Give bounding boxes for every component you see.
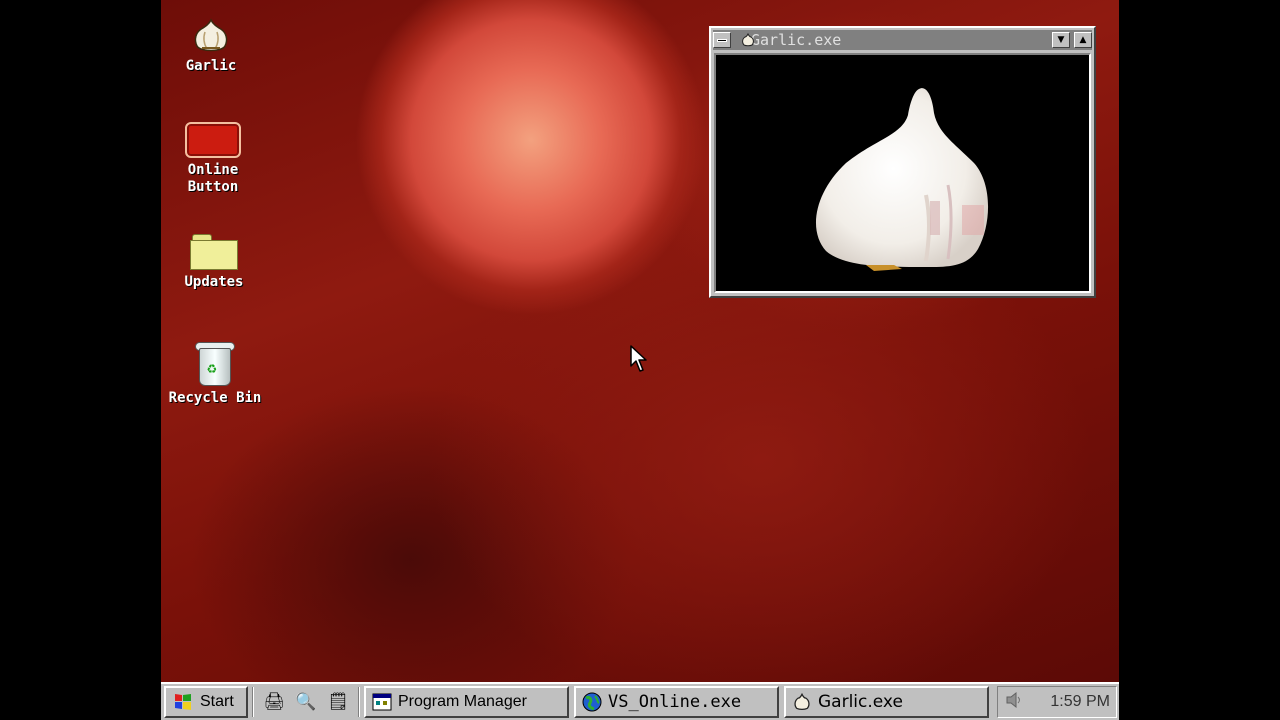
task-label: Garlic.exe xyxy=(818,692,903,712)
taskbar: Start 🖨 🔍 🗒 Program Manager VS_Online.ex… xyxy=(161,682,1119,720)
explorer-icon[interactable]: 🔍 xyxy=(293,689,319,715)
red-button-icon xyxy=(185,122,241,158)
window-titlebar[interactable]: Garlic.exe ▼ ▲ xyxy=(713,30,1092,50)
desktop-icon-garlic[interactable]: Garlic xyxy=(161,18,261,75)
garlic-bulb-image xyxy=(815,88,989,271)
desktop-icon-recycle-bin[interactable]: ♻ Recycle Bin xyxy=(165,340,265,407)
garlic-window[interactable]: Garlic.exe ▼ ▲ xyxy=(709,26,1096,298)
desktop-icon-label: Online Button xyxy=(187,162,239,195)
speaker-icon[interactable] xyxy=(1004,690,1024,715)
window-title: Garlic.exe xyxy=(751,31,842,49)
system-tray: 1:59 PM xyxy=(997,686,1117,718)
garlic-image-area xyxy=(714,53,1091,293)
desktop-icon-label: Garlic xyxy=(185,58,237,74)
task-button-vs-online[interactable]: VS_Online.exe xyxy=(574,686,779,718)
task-button-garlic[interactable]: Garlic.exe xyxy=(784,686,989,718)
garlic-icon xyxy=(792,692,812,712)
recycle-bin-icon: ♻ xyxy=(195,340,235,386)
desktop-icon-label: Recycle Bin xyxy=(168,390,262,406)
mouse-cursor-icon xyxy=(630,345,647,372)
folder-icon xyxy=(190,232,238,270)
system-menu-button[interactable] xyxy=(713,32,731,48)
taskbar-separator xyxy=(252,687,254,717)
start-label: Start xyxy=(200,693,234,710)
desktop-icon-online-button[interactable]: Online Button xyxy=(163,122,263,196)
globe-icon xyxy=(582,692,602,712)
task-label: Program Manager xyxy=(398,693,527,710)
program-manager-icon xyxy=(372,692,392,712)
garlic-icon xyxy=(742,33,754,47)
task-label: VS_Online.exe xyxy=(608,692,742,712)
maximize-button[interactable]: ▲ xyxy=(1074,32,1092,48)
clock[interactable]: 1:59 PM xyxy=(1050,693,1110,711)
taskbar-separator xyxy=(358,687,360,717)
start-button[interactable]: Start xyxy=(164,686,248,718)
minimize-button[interactable]: ▼ xyxy=(1052,32,1070,48)
desktop-icon-label: Updates xyxy=(184,274,244,290)
task-button-program-manager[interactable]: Program Manager xyxy=(364,686,569,718)
notepad-icon[interactable]: 🗒 xyxy=(325,689,351,715)
garlic-icon xyxy=(194,18,228,52)
desktop-icon-updates[interactable]: Updates xyxy=(164,232,264,291)
printer-icon[interactable]: 🖨 xyxy=(261,689,287,715)
windows-logo-icon xyxy=(175,694,191,710)
